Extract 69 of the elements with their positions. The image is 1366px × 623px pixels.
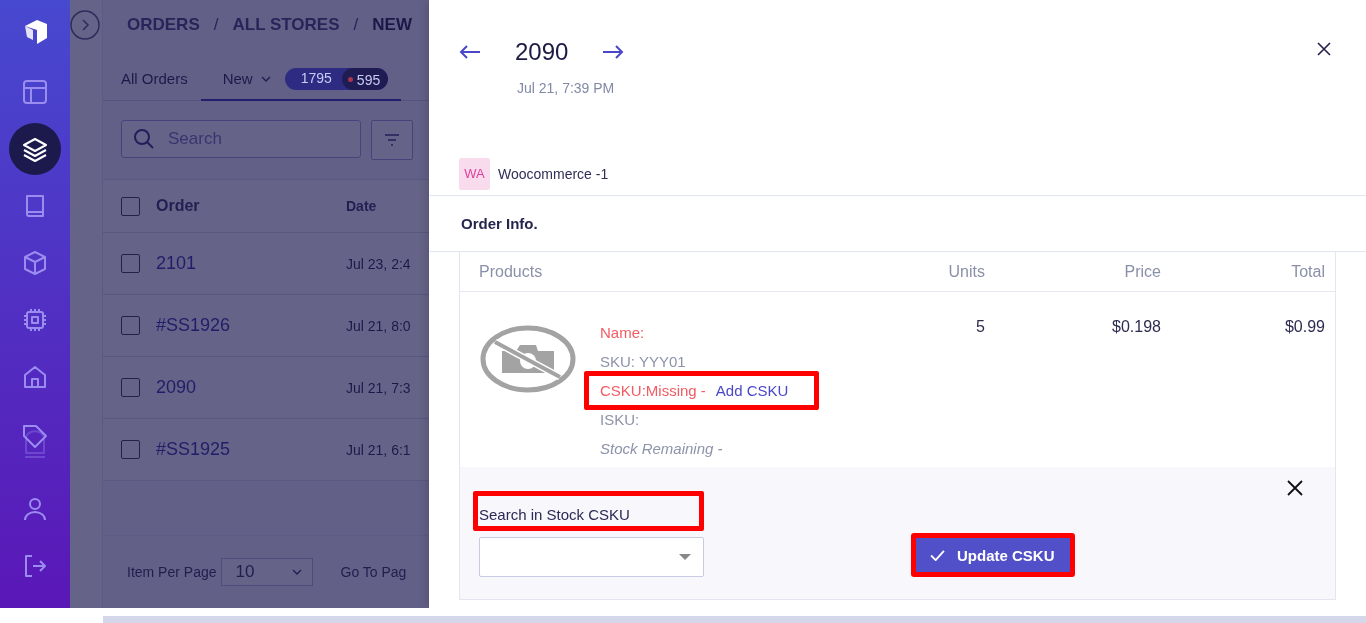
sku-text: SKU: YYY01 (600, 352, 687, 372)
column-header: Total (1290, 262, 1325, 281)
order-link[interactable]: #SS1925 (156, 439, 346, 460)
user-icon (22, 496, 48, 522)
table-cell-text: $0.198 (1111, 318, 1161, 337)
pager-label: Go To Pag (340, 564, 407, 580)
stock-text: Stock Remaining - (600, 439, 724, 459)
checkbox[interactable] (121, 440, 140, 459)
breadcrumb-item[interactable]: ALL STORES (232, 15, 340, 35)
table-cell-text: 5 (975, 318, 985, 337)
caret-down-icon (679, 554, 691, 560)
order-link[interactable]: #SS1926 (156, 315, 346, 336)
home-icon (22, 364, 48, 390)
add-csku-link[interactable]: Add CSKU (715, 376, 789, 405)
table-cell: Jul 21, 7:3 (346, 379, 411, 396)
table-cell: Jul 23, 2:4 (346, 255, 411, 272)
order-title: 2090 (515, 38, 569, 66)
update-csku-button[interactable]: Update CSKU (916, 538, 1070, 572)
csku-status: CSKU:Missing - (600, 381, 706, 401)
table-cell: Jul 21, 8:0 (346, 317, 411, 334)
count-badge: 1795 595 (284, 67, 389, 90)
column-header[interactable]: Order (156, 197, 346, 215)
close-icon[interactable] (1317, 42, 1331, 56)
scrollbar[interactable] (103, 616, 1366, 623)
filter-icon (384, 134, 400, 146)
section-title: Order Info. (461, 215, 538, 232)
breadcrumb-separator: / (213, 15, 219, 35)
store-name: Woocommerce -1 (498, 165, 609, 182)
checkbox[interactable] (121, 196, 140, 216)
column-header: Products (479, 262, 544, 281)
filter-button[interactable] (371, 120, 413, 160)
column-header[interactable]: Date (346, 198, 377, 214)
checkbox[interactable] (121, 316, 140, 335)
tab[interactable]: New 1795 595 (200, 58, 401, 101)
order-link[interactable]: 2090 (156, 377, 346, 398)
column-header: Price (1123, 262, 1161, 281)
checkbox[interactable] (121, 254, 140, 273)
product-name-label: Name: (600, 323, 646, 343)
breadcrumb-item[interactable]: ORDERS (127, 15, 200, 35)
order-link[interactable]: 2101 (156, 253, 346, 274)
check-icon (930, 549, 945, 561)
arrow-right-icon[interactable] (602, 44, 625, 60)
csku-select[interactable] (479, 537, 704, 577)
page-size-select[interactable]: 10 (220, 558, 313, 586)
breadcrumb-separator: / (353, 15, 359, 35)
checkbox[interactable] (121, 378, 140, 397)
layout-icon (22, 79, 48, 105)
column-header: Units (947, 262, 985, 281)
box-icon (22, 250, 48, 276)
arrow-left-icon[interactable] (459, 44, 481, 60)
pager-label: Item Per Page (127, 564, 217, 580)
isku-text: ISKU: (600, 410, 641, 430)
chip-icon (22, 307, 48, 333)
store-badge: WA (459, 157, 490, 190)
alert-dot-icon (347, 77, 353, 82)
no-image-icon (480, 325, 576, 393)
chevron-down-icon (291, 569, 302, 575)
breadcrumb-item[interactable]: NEW (372, 15, 412, 35)
table-cell-text: $0.99 (1283, 318, 1325, 337)
logout-icon (22, 553, 48, 579)
table-cell: Jul 21, 6:1 (346, 441, 411, 458)
expand-button[interactable] (70, 10, 100, 40)
nav-item[interactable] (9, 123, 61, 175)
field-label: Search in Stock CSKU (479, 506, 630, 523)
chevron-down-icon (260, 75, 271, 82)
layers-icon (22, 136, 48, 162)
tab[interactable]: All Orders (103, 58, 188, 101)
order-date: Jul 21, 7:39 PM (517, 80, 616, 96)
close-icon[interactable] (1287, 480, 1303, 496)
